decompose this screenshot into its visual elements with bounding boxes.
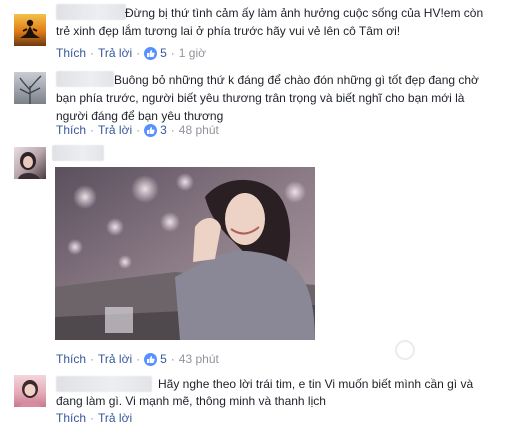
comment-text: Đừng bị thứ tình cảm ấy làm ảnh hưởng cu…	[125, 6, 484, 20]
commenter-name[interactable]	[56, 71, 114, 87]
avatar[interactable]	[14, 147, 46, 179]
like-link[interactable]: Thích	[56, 122, 86, 138]
like-icon[interactable]	[144, 123, 158, 137]
watermark-logo-icon	[395, 340, 415, 360]
reply-link[interactable]: Trả lời	[98, 122, 132, 138]
commenter-name[interactable]	[52, 145, 104, 161]
comment-actions: Thích · Trả lời · 5 · 43 phút	[56, 351, 219, 367]
commenter-name[interactable]	[56, 376, 152, 392]
comment-text: Hãy nghe theo lời trái tim, e tin Vi muố…	[158, 377, 474, 391]
comment-text: bạn phía trước, người biết yêu thương tr…	[56, 91, 465, 105]
like-icon[interactable]	[144, 352, 158, 366]
avatar[interactable]	[14, 14, 46, 46]
like-count[interactable]: 5	[160, 45, 167, 61]
comment-text: đang làm gì. Vi mạnh mẽ, thông minh và t…	[56, 394, 326, 408]
tree-avatar-icon	[19, 75, 42, 104]
like-count[interactable]: 3	[160, 122, 167, 138]
comment-text: trẻ xinh đẹp lắm tương lai ở phía trước …	[56, 24, 401, 38]
timestamp[interactable]: 48 phút	[179, 122, 219, 138]
like-link[interactable]: Thích	[56, 45, 86, 61]
timestamp[interactable]: 43 phút	[179, 351, 219, 367]
commenter-name[interactable]	[56, 4, 126, 20]
like-link[interactable]: Thích	[56, 410, 86, 426]
photo-image	[55, 167, 315, 340]
comment-actions: Thích · Trả lời · 3 · 48 phút	[56, 122, 219, 138]
comment-text: Buông bỏ những thứ k đáng để chào đón nh…	[114, 73, 479, 87]
timestamp[interactable]: 1 giờ	[179, 45, 206, 61]
meditation-avatar-icon	[20, 19, 40, 38]
avatar[interactable]	[14, 375, 46, 407]
reply-link[interactable]: Trả lời	[98, 45, 132, 61]
comment-photo[interactable]	[55, 167, 315, 340]
like-link[interactable]: Thích	[56, 351, 86, 367]
comment-actions: Thích · Trả lời	[56, 410, 133, 426]
avatar[interactable]	[14, 72, 46, 104]
person-avatar-icon	[19, 380, 41, 407]
like-icon[interactable]	[144, 46, 158, 60]
like-count[interactable]: 5	[160, 351, 167, 367]
reply-link[interactable]: Trả lời	[98, 410, 132, 426]
reply-link[interactable]: Trả lời	[98, 351, 132, 367]
comment-actions: Thích · Trả lời · 5 · 1 giờ	[56, 45, 207, 61]
person-avatar-icon	[18, 152, 40, 179]
